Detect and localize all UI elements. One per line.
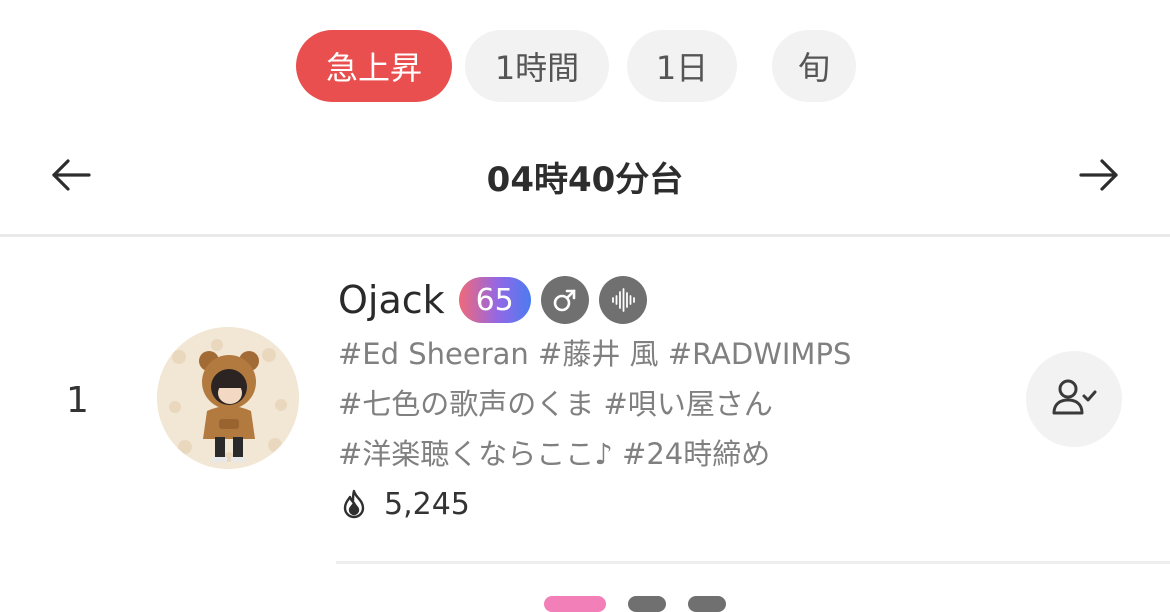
- tab-trending[interactable]: 急上昇: [296, 30, 452, 102]
- tab-1-hour[interactable]: 1時間: [465, 30, 609, 102]
- ranking-list-item[interactable]: 1 Ojack 65 #Ed Sheeran #藤井 風 #RADWIMPS #…: [0, 237, 1170, 564]
- level-badge: 65: [458, 277, 531, 323]
- username[interactable]: Ojack: [338, 278, 445, 322]
- time-navigation: 04時40分台: [0, 140, 1170, 210]
- rank-number: 1: [66, 380, 89, 421]
- arrow-right-icon[interactable]: [1074, 150, 1124, 200]
- tag-line: #七色の歌声のくま #唄い屋さん: [338, 379, 978, 429]
- hashtag[interactable]: #Ed Sheeran: [338, 337, 529, 371]
- tag-line: #洋楽聴くならここ♪ #24時締め: [338, 429, 978, 479]
- follow-button[interactable]: [1026, 351, 1122, 447]
- avatar[interactable]: [157, 327, 299, 469]
- tab-1-day[interactable]: 1日: [627, 30, 737, 102]
- hashtag[interactable]: #洋楽聴くならここ♪: [338, 437, 613, 471]
- next-level-badge: [544, 596, 606, 612]
- next-item-peek: [0, 596, 1170, 612]
- time-slot-label: 04時40分台: [486, 160, 684, 200]
- tag-line: #Ed Sheeran #藤井 風 #RADWIMPS: [338, 329, 978, 379]
- waveform-icon: [598, 276, 647, 324]
- tab-season[interactable]: 旬: [772, 30, 856, 102]
- follow-user-check-icon: [1052, 379, 1097, 415]
- hashtag[interactable]: #24時締め: [622, 437, 770, 471]
- list-divider: [336, 561, 1170, 564]
- next-gender-icon: [628, 596, 666, 612]
- popularity-count: 5,245: [384, 486, 470, 522]
- hashtag[interactable]: #藤井 風: [538, 337, 659, 371]
- hashtag[interactable]: #唄い屋さん: [604, 387, 773, 421]
- next-audio-icon: [688, 596, 726, 612]
- period-tabs: 急上昇 1時間 1日 旬: [0, 30, 1170, 102]
- popularity-count-row: 5,245: [338, 482, 470, 526]
- flame-icon: [343, 489, 365, 519]
- user-name-row: Ojack 65: [338, 275, 657, 325]
- male-icon: [540, 276, 589, 324]
- hashtag[interactable]: #RADWIMPS: [668, 337, 852, 371]
- hashtag-list: #Ed Sheeran #藤井 風 #RADWIMPS #七色の歌声のくま #唄…: [338, 329, 978, 479]
- hashtag[interactable]: #七色の歌声のくま: [338, 387, 594, 421]
